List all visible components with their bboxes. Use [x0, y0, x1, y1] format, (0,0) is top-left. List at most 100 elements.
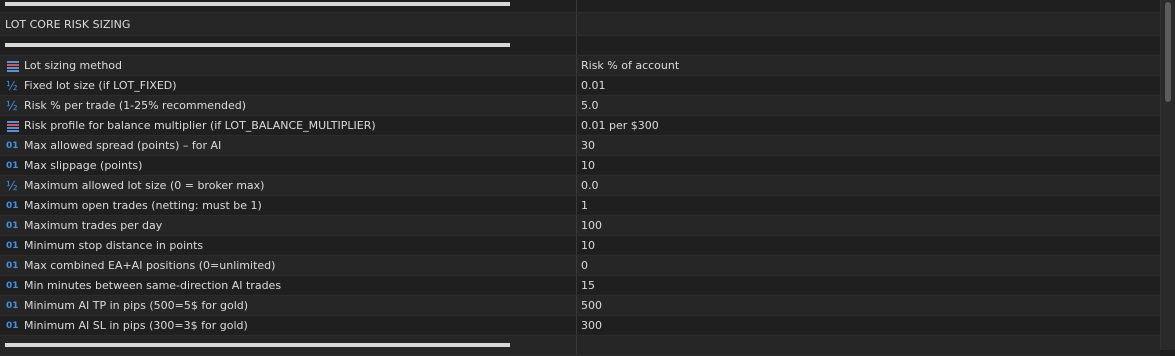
- integer-icon: 01: [6, 321, 19, 331]
- list-icon: [6, 119, 20, 133]
- integer-icon: 01: [6, 241, 19, 251]
- integer-icon: 01: [6, 141, 19, 151]
- parameter-value[interactable]: Risk % of account: [581, 60, 679, 72]
- parameter-name: Risk % per trade (1-25% recommended): [24, 99, 247, 112]
- separator-line: [5, 2, 510, 6]
- list-icon: [6, 59, 20, 73]
- parameter-name-cell: 01 Min minutes between same-direction AI …: [0, 276, 577, 295]
- separator-line: [5, 343, 510, 347]
- integer-icon: 01: [6, 261, 19, 271]
- parameter-row[interactable]: 01 Minimum AI TP in pips (500=5$ for gold…: [0, 296, 1160, 316]
- parameter-value-cell[interactable]: 5.0: [578, 96, 1160, 115]
- parameter-name: Lot sizing method: [24, 59, 123, 72]
- parameter-value[interactable]: 5.0: [581, 100, 599, 112]
- parameter-value-cell[interactable]: 300: [578, 316, 1160, 335]
- parameter-name-cell: 01 Max combined EA+AI positions (0=unlimi…: [0, 256, 577, 275]
- parameter-value[interactable]: 0.0: [581, 180, 599, 192]
- parameter-value[interactable]: 0: [581, 260, 588, 272]
- integer-icon: 01: [6, 221, 19, 231]
- separator-cell: [0, 336, 577, 355]
- parameter-name-cell: Lot sizing method: [0, 56, 577, 75]
- parameter-value-cell[interactable]: 1: [578, 196, 1160, 215]
- integer-icon: 01: [6, 201, 19, 211]
- parameter-row[interactable]: 01 Minimum AI SL in pips (300=3$ for gold…: [0, 316, 1160, 336]
- parameter-value-cell[interactable]: 0: [578, 256, 1160, 275]
- parameter-value[interactable]: 10: [581, 240, 595, 252]
- parameter-name: Risk profile for balance multiplier (if …: [24, 119, 376, 132]
- parameter-value[interactable]: 100: [581, 220, 602, 232]
- parameter-name-cell: ½ Maximum allowed lot size (0 = broker ma…: [0, 176, 577, 195]
- fraction-icon: ½: [6, 79, 18, 93]
- parameter-name: Max allowed spread (points) – for AI: [24, 139, 222, 152]
- parameters-grid: LOT CORE RISK SIZING Lot sizing method Ri…: [0, 0, 1160, 356]
- separator-value-cell: [578, 36, 1160, 55]
- parameter-name: Minimum AI SL in pips (300=3$ for gold): [24, 319, 248, 332]
- parameter-value-cell[interactable]: 0.01 per $300: [578, 116, 1160, 135]
- scrollbar-thumb[interactable]: [1165, 2, 1171, 102]
- parameter-value-cell[interactable]: 100: [578, 216, 1160, 235]
- separator-value-cell: [578, 336, 1160, 355]
- integer-icon: 01: [6, 301, 19, 311]
- parameter-name-cell: 01 Max slippage (points): [0, 156, 577, 175]
- integer-icon: 01: [6, 281, 19, 291]
- parameter-name: Max combined EA+AI positions (0=unlimite…: [24, 259, 276, 272]
- parameter-name: Maximum allowed lot size (0 = broker max…: [24, 179, 265, 192]
- parameter-name: Maximum trades per day: [24, 219, 163, 232]
- parameter-value[interactable]: 30: [581, 140, 595, 152]
- separator-line: [5, 43, 510, 47]
- parameter-name-cell: 01 Maximum open trades (netting: must be …: [0, 196, 577, 215]
- parameter-row[interactable]: ½ Maximum allowed lot size (0 = broker ma…: [0, 176, 1160, 196]
- parameter-name-cell: ½ Risk % per trade (1-25% recommended): [0, 96, 577, 115]
- integer-icon: 01: [6, 161, 19, 171]
- parameter-value[interactable]: 300: [581, 320, 602, 332]
- separator-row: [0, 336, 1160, 356]
- parameter-name: Min minutes between same-direction AI tr…: [24, 279, 282, 292]
- parameter-row[interactable]: ½ Fixed lot size (if LOT_FIXED) 0.01: [0, 76, 1160, 96]
- parameter-value-cell[interactable]: 10: [578, 236, 1160, 255]
- parameter-name-cell: ½ Fixed lot size (if LOT_FIXED): [0, 76, 577, 95]
- parameter-value[interactable]: 0.01: [581, 80, 606, 92]
- section-title-value-cell: [578, 13, 1160, 35]
- parameter-value-cell[interactable]: 10: [578, 156, 1160, 175]
- separator-row: [0, 0, 1160, 13]
- separator-row: [0, 36, 1160, 56]
- parameter-name: Fixed lot size (if LOT_FIXED): [24, 79, 177, 92]
- parameter-row[interactable]: 01 Max combined EA+AI positions (0=unlimi…: [0, 256, 1160, 276]
- parameter-value-cell[interactable]: 0.0: [578, 176, 1160, 195]
- parameter-value-cell[interactable]: Risk % of account: [578, 56, 1160, 75]
- vertical-scrollbar[interactable]: [1160, 0, 1175, 350]
- parameter-row[interactable]: 01 Maximum trades per day 100: [0, 216, 1160, 236]
- parameter-name-cell: 01 Minimum stop distance in points: [0, 236, 577, 255]
- parameter-row[interactable]: Risk profile for balance multiplier (if …: [0, 116, 1160, 136]
- parameter-row[interactable]: 01 Min minutes between same-direction AI …: [0, 276, 1160, 296]
- parameter-name-cell: 01 Minimum AI SL in pips (300=3$ for gold…: [0, 316, 577, 335]
- parameter-value[interactable]: 500: [581, 300, 602, 312]
- parameter-value[interactable]: 15: [581, 280, 595, 292]
- parameter-row[interactable]: 01 Max allowed spread (points) – for AI 30: [0, 136, 1160, 156]
- parameter-value-cell[interactable]: 500: [578, 296, 1160, 315]
- parameter-value[interactable]: 10: [581, 160, 595, 172]
- fraction-icon: ½: [6, 99, 18, 113]
- parameter-name: Minimum stop distance in points: [24, 239, 204, 252]
- fraction-icon: ½: [6, 179, 18, 193]
- separator-cell: [0, 0, 577, 12]
- parameter-row[interactable]: Lot sizing method Risk % of account: [0, 56, 1160, 76]
- parameter-name-cell: 01 Max allowed spread (points) – for AI: [0, 136, 577, 155]
- parameter-value-cell[interactable]: 0.01: [578, 76, 1160, 95]
- section-title: LOT CORE RISK SIZING: [5, 18, 131, 31]
- parameter-value-cell[interactable]: 30: [578, 136, 1160, 155]
- parameter-row[interactable]: 01 Max slippage (points) 10: [0, 156, 1160, 176]
- separator-value-cell: [578, 0, 1160, 12]
- parameter-name-cell: 01 Maximum trades per day: [0, 216, 577, 235]
- parameter-name-cell: 01 Minimum AI TP in pips (500=5$ for gold…: [0, 296, 577, 315]
- parameter-row[interactable]: 01 Minimum stop distance in points 10: [0, 236, 1160, 256]
- parameter-value-cell[interactable]: 15: [578, 276, 1160, 295]
- section-title-row: LOT CORE RISK SIZING: [0, 13, 1160, 36]
- separator-cell: [0, 36, 577, 55]
- parameter-value[interactable]: 1: [581, 200, 588, 212]
- parameter-name: Max slippage (points): [24, 159, 143, 172]
- parameter-row[interactable]: 01 Maximum open trades (netting: must be …: [0, 196, 1160, 216]
- section-title-cell: LOT CORE RISK SIZING: [0, 13, 577, 35]
- parameter-value[interactable]: 0.01 per $300: [581, 120, 659, 132]
- parameter-row[interactable]: ½ Risk % per trade (1-25% recommended) 5.0: [0, 96, 1160, 116]
